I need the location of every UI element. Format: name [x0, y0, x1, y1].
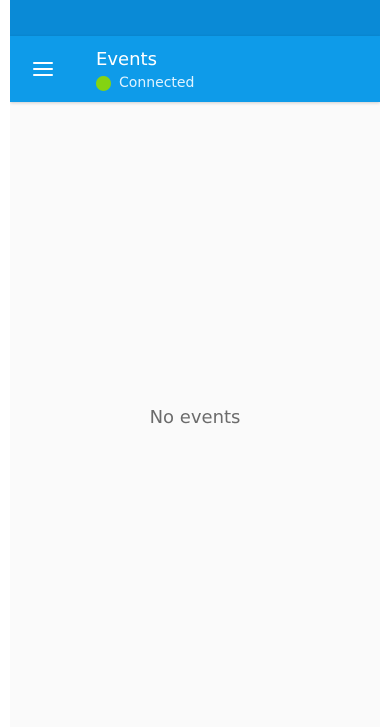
page-title: Events: [96, 49, 157, 70]
empty-state-message: No events: [149, 407, 241, 428]
title-block: Events Connected: [96, 49, 356, 91]
connection-status: Connected: [96, 74, 194, 92]
system-status-bar: [10, 0, 380, 36]
connected-status-icon: [96, 75, 111, 91]
menu-button[interactable]: [24, 50, 62, 88]
app-screen: Events Connected No events: [10, 0, 380, 727]
top-app-bar: Events Connected: [10, 36, 380, 102]
events-list: No events: [10, 102, 380, 727]
connection-status-label: Connected: [119, 75, 195, 91]
hamburger-menu-icon: [33, 62, 53, 76]
